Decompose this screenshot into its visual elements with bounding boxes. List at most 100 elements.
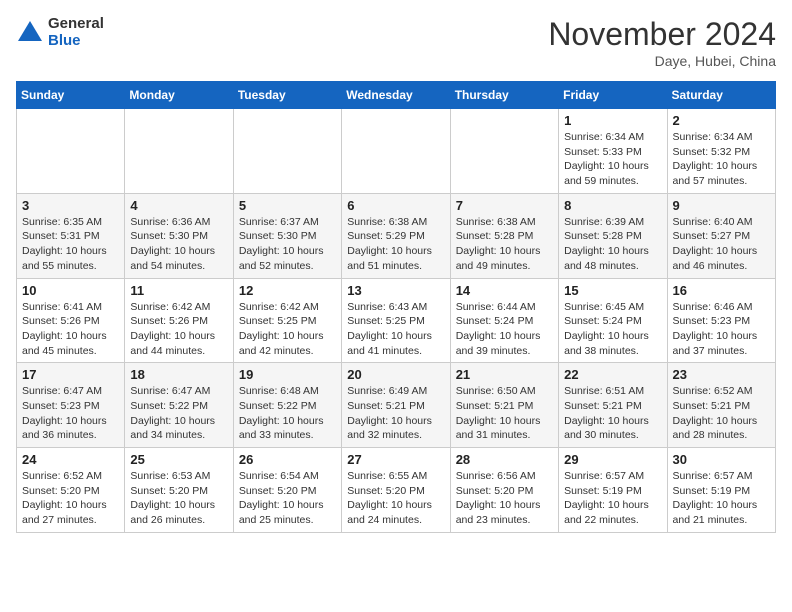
day-info: Sunrise: 6:35 AMSunset: 5:31 PMDaylight:… [22, 215, 119, 274]
table-row: 5 Sunrise: 6:37 AMSunset: 5:30 PMDaylight… [233, 193, 341, 278]
day-info: Sunrise: 6:43 AMSunset: 5:25 PMDaylight:… [347, 300, 444, 359]
logo-icon [16, 19, 44, 47]
day-number: 17 [22, 367, 119, 382]
day-number: 3 [22, 198, 119, 213]
col-monday: Monday [125, 82, 233, 109]
day-number: 21 [456, 367, 553, 382]
day-number: 9 [673, 198, 770, 213]
table-row: 29 Sunrise: 6:57 AMSunset: 5:19 PMDayligh… [559, 448, 667, 533]
day-number: 14 [456, 283, 553, 298]
day-info: Sunrise: 6:50 AMSunset: 5:21 PMDaylight:… [456, 384, 553, 443]
calendar-week-row: 17 Sunrise: 6:47 AMSunset: 5:23 PMDayligh… [17, 363, 776, 448]
table-row: 27 Sunrise: 6:55 AMSunset: 5:20 PMDayligh… [342, 448, 450, 533]
day-number: 28 [456, 452, 553, 467]
table-row: 26Sunrise: 6:54 AMSunset: 5:20 PMDayligh… [233, 448, 341, 533]
table-row: 24 Sunrise: 6:52 AMSunset: 5:20 PMDayligh… [17, 448, 125, 533]
day-number: 23 [673, 367, 770, 382]
table-row: 16 Sunrise: 6:46 AMSunset: 5:23 PMDayligh… [667, 278, 775, 363]
day-number: 15 [564, 283, 661, 298]
day-info: Sunrise: 6:42 AMSunset: 5:26 PMDaylight:… [130, 300, 227, 359]
day-info: Sunrise: 6:48 AMSunset: 5:22 PMDaylight:… [239, 384, 336, 443]
day-number: 2 [673, 113, 770, 128]
day-number: 27 [347, 452, 444, 467]
logo-blue: Blue [48, 33, 104, 50]
table-row: 6 Sunrise: 6:38 AMSunset: 5:29 PMDaylight… [342, 193, 450, 278]
day-number: 26 [239, 452, 336, 467]
calendar-week-row: 24 Sunrise: 6:52 AMSunset: 5:20 PMDayligh… [17, 448, 776, 533]
col-tuesday: Tuesday [233, 82, 341, 109]
page-header: General Blue November 2024 Daye, Hubei, … [16, 16, 776, 69]
day-number: 7 [456, 198, 553, 213]
day-info: Sunrise: 6:55 AMSunset: 5:20 PMDaylight:… [347, 469, 444, 528]
day-number: 30 [673, 452, 770, 467]
col-sunday: Sunday [17, 82, 125, 109]
col-saturday: Saturday [667, 82, 775, 109]
calendar-week-row: 1Sunrise: 6:34 AMSunset: 5:33 PMDaylight… [17, 109, 776, 194]
day-info: Sunrise: 6:52 AMSunset: 5:21 PMDaylight:… [673, 384, 770, 443]
table-row: 28 Sunrise: 6:56 AMSunset: 5:20 PMDayligh… [450, 448, 558, 533]
day-number: 5 [239, 198, 336, 213]
table-row: 2 Sunrise: 6:34 AMSunset: 5:32 PMDaylight… [667, 109, 775, 194]
table-row: 8Sunrise: 6:39 AMSunset: 5:28 PMDaylight… [559, 193, 667, 278]
day-info: Sunrise: 6:36 AMSunset: 5:30 PMDaylight:… [130, 215, 227, 274]
day-number: 16 [673, 283, 770, 298]
day-info: Sunrise: 6:57 AMSunset: 5:19 PMDaylight:… [564, 469, 661, 528]
day-info: Sunrise: 6:47 AMSunset: 5:23 PMDaylight:… [22, 384, 119, 443]
day-info: Sunrise: 6:38 AMSunset: 5:29 PMDaylight:… [347, 215, 444, 274]
day-number: 11 [130, 283, 227, 298]
day-info: Sunrise: 6:47 AMSunset: 5:22 PMDaylight:… [130, 384, 227, 443]
day-info: Sunrise: 6:52 AMSunset: 5:20 PMDaylight:… [22, 469, 119, 528]
day-info: Sunrise: 6:40 AMSunset: 5:27 PMDaylight:… [673, 215, 770, 274]
table-row [125, 109, 233, 194]
day-info: Sunrise: 6:53 AMSunset: 5:20 PMDaylight:… [130, 469, 227, 528]
day-info: Sunrise: 6:51 AMSunset: 5:21 PMDaylight:… [564, 384, 661, 443]
table-row: 12Sunrise: 6:42 AMSunset: 5:25 PMDayligh… [233, 278, 341, 363]
day-info: Sunrise: 6:34 AMSunset: 5:32 PMDaylight:… [673, 130, 770, 189]
day-number: 1 [564, 113, 661, 128]
table-row: 10 Sunrise: 6:41 AMSunset: 5:26 PMDayligh… [17, 278, 125, 363]
day-number: 24 [22, 452, 119, 467]
logo-general: General [48, 16, 104, 33]
table-row: 17 Sunrise: 6:47 AMSunset: 5:23 PMDayligh… [17, 363, 125, 448]
day-info: Sunrise: 6:37 AMSunset: 5:30 PMDaylight:… [239, 215, 336, 274]
col-friday: Friday [559, 82, 667, 109]
day-number: 25 [130, 452, 227, 467]
day-info: Sunrise: 6:39 AMSunset: 5:28 PMDaylight:… [564, 215, 661, 274]
col-wednesday: Wednesday [342, 82, 450, 109]
table-row: 20Sunrise: 6:49 AMSunset: 5:21 PMDayligh… [342, 363, 450, 448]
table-row: 13Sunrise: 6:43 AMSunset: 5:25 PMDayligh… [342, 278, 450, 363]
table-row: 25 Sunrise: 6:53 AMSunset: 5:20 PMDayligh… [125, 448, 233, 533]
day-info: Sunrise: 6:46 AMSunset: 5:23 PMDaylight:… [673, 300, 770, 359]
day-info: Sunrise: 6:49 AMSunset: 5:21 PMDaylight:… [347, 384, 444, 443]
col-thursday: Thursday [450, 82, 558, 109]
day-info: Sunrise: 6:45 AMSunset: 5:24 PMDaylight:… [564, 300, 661, 359]
day-info: Sunrise: 6:38 AMSunset: 5:28 PMDaylight:… [456, 215, 553, 274]
day-info: Sunrise: 6:44 AMSunset: 5:24 PMDaylight:… [456, 300, 553, 359]
day-number: 4 [130, 198, 227, 213]
day-info: Sunrise: 6:56 AMSunset: 5:20 PMDaylight:… [456, 469, 553, 528]
day-number: 29 [564, 452, 661, 467]
table-row: 30Sunrise: 6:57 AMSunset: 5:19 PMDayligh… [667, 448, 775, 533]
table-row [17, 109, 125, 194]
table-row [233, 109, 341, 194]
day-number: 18 [130, 367, 227, 382]
table-row: 4 Sunrise: 6:36 AMSunset: 5:30 PMDaylight… [125, 193, 233, 278]
table-row: 15 Sunrise: 6:45 AMSunset: 5:24 PMDayligh… [559, 278, 667, 363]
location: Daye, Hubei, China [548, 53, 776, 69]
day-number: 19 [239, 367, 336, 382]
calendar-header-row: Sunday Monday Tuesday Wednesday Thursday… [17, 82, 776, 109]
table-row: 3 Sunrise: 6:35 AMSunset: 5:31 PMDaylight… [17, 193, 125, 278]
calendar: Sunday Monday Tuesday Wednesday Thursday… [16, 81, 776, 533]
day-number: 6 [347, 198, 444, 213]
day-number: 10 [22, 283, 119, 298]
day-info: Sunrise: 6:41 AMSunset: 5:26 PMDaylight:… [22, 300, 119, 359]
table-row [342, 109, 450, 194]
calendar-week-row: 10 Sunrise: 6:41 AMSunset: 5:26 PMDayligh… [17, 278, 776, 363]
table-row: 21 Sunrise: 6:50 AMSunset: 5:21 PMDayligh… [450, 363, 558, 448]
logo: General Blue [16, 16, 104, 49]
logo-text: General Blue [48, 16, 104, 49]
day-number: 22 [564, 367, 661, 382]
table-row: 18 Sunrise: 6:47 AMSunset: 5:22 PMDayligh… [125, 363, 233, 448]
table-row: 1Sunrise: 6:34 AMSunset: 5:33 PMDaylight… [559, 109, 667, 194]
table-row: 11 Sunrise: 6:42 AMSunset: 5:26 PMDayligh… [125, 278, 233, 363]
